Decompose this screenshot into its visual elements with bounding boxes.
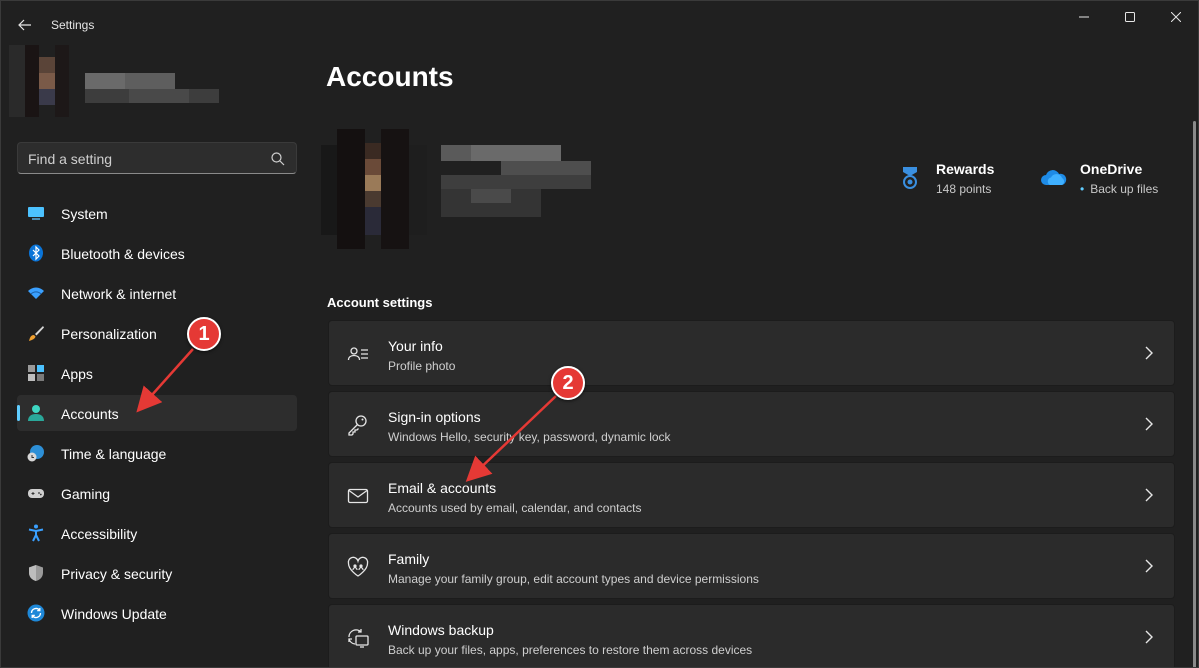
sidebar-item-privacy-security[interactable]: Privacy & security [17, 555, 297, 591]
sidebar-item-network[interactable]: Network & internet [17, 275, 297, 311]
main-profile-blurred [321, 129, 601, 249]
card-your-info[interactable]: Your info Profile photo [328, 320, 1175, 386]
onedrive-status: • Back up files [1080, 182, 1159, 196]
globe-clock-icon [27, 445, 44, 462]
chevron-right-icon [1145, 346, 1153, 360]
search-box[interactable]: Find a setting [17, 142, 297, 174]
card-windows-backup[interactable]: Windows backup Back up your files, apps,… [328, 604, 1175, 667]
minimize-icon [1079, 16, 1089, 18]
system-icon [28, 207, 44, 220]
card-email-accounts[interactable]: Email & accounts Accounts used by email,… [328, 462, 1175, 528]
person-card-icon [347, 347, 368, 361]
app-title: Settings [51, 18, 95, 32]
key-icon [348, 415, 367, 436]
brush-icon [29, 326, 44, 341]
accessibility-icon [28, 524, 44, 542]
person-icon [28, 405, 44, 421]
onedrive-title: OneDrive [1080, 161, 1143, 177]
main-scrollbar[interactable] [1193, 121, 1196, 667]
update-icon [27, 604, 45, 622]
annotation-marker-2: 2 [551, 366, 585, 400]
rewards-points: 148 points [936, 182, 992, 196]
backup-icon [348, 629, 369, 648]
rewards-title: Rewards [936, 161, 995, 177]
chevron-right-icon [1145, 488, 1153, 502]
page-title: Accounts [326, 61, 454, 92]
chevron-right-icon [1145, 417, 1153, 431]
sidebar-profile-blurred [9, 45, 229, 117]
sidebar-item-gaming[interactable]: Gaming [17, 475, 297, 511]
close-button[interactable] [1153, 1, 1198, 33]
sidebar-item-time-language[interactable]: Time & language [17, 435, 297, 471]
close-icon [1171, 12, 1181, 22]
sidebar-item-accessibility[interactable]: Accessibility [17, 515, 297, 551]
rewards-medal-icon [903, 167, 917, 189]
cloud-icon [1041, 170, 1067, 185]
sidebar-item-personalization[interactable]: Personalization [17, 315, 297, 351]
maximize-icon [1125, 12, 1135, 22]
bluetooth-icon [29, 244, 43, 262]
account-settings-list: Your info Profile photo Sign-in options … [328, 320, 1175, 667]
annotation-marker-1: 1 [187, 317, 221, 351]
apps-icon [28, 365, 44, 381]
wifi-icon [28, 287, 44, 299]
search-icon [271, 152, 285, 166]
settings-window: Settings Find a setting System Bluetooth… [0, 0, 1199, 668]
onedrive-widget[interactable]: OneDrive • Back up files [1041, 159, 1181, 203]
minimize-button[interactable] [1061, 1, 1107, 33]
family-heart-icon [347, 556, 369, 577]
gamepad-icon [28, 489, 44, 498]
card-family[interactable]: Family Manage your family group, edit ac… [328, 533, 1175, 599]
shield-icon [29, 565, 43, 581]
back-arrow-icon [18, 19, 31, 31]
sidebar-item-accounts[interactable]: Accounts [17, 395, 297, 431]
sidebar-item-bluetooth[interactable]: Bluetooth & devices [17, 235, 297, 271]
sidebar-item-apps[interactable]: Apps [17, 355, 297, 391]
title-bar: Settings [1, 1, 1198, 49]
rewards-widget[interactable]: Rewards 148 points [897, 159, 1017, 203]
sidebar-item-windows-update[interactable]: Windows Update [17, 595, 297, 631]
maximize-button[interactable] [1107, 1, 1153, 33]
sidebar-nav: System Bluetooth & devices Network & int… [17, 195, 297, 635]
mail-icon [347, 488, 369, 504]
chevron-right-icon [1145, 630, 1153, 644]
back-button[interactable] [11, 11, 39, 39]
chevron-right-icon [1145, 559, 1153, 573]
card-sign-in-options[interactable]: Sign-in options Windows Hello, security … [328, 391, 1175, 457]
status-dot: • [1080, 182, 1085, 196]
sidebar-item-system[interactable]: System [17, 195, 297, 231]
search-placeholder: Find a setting [28, 151, 113, 167]
section-title: Account settings [327, 295, 433, 310]
